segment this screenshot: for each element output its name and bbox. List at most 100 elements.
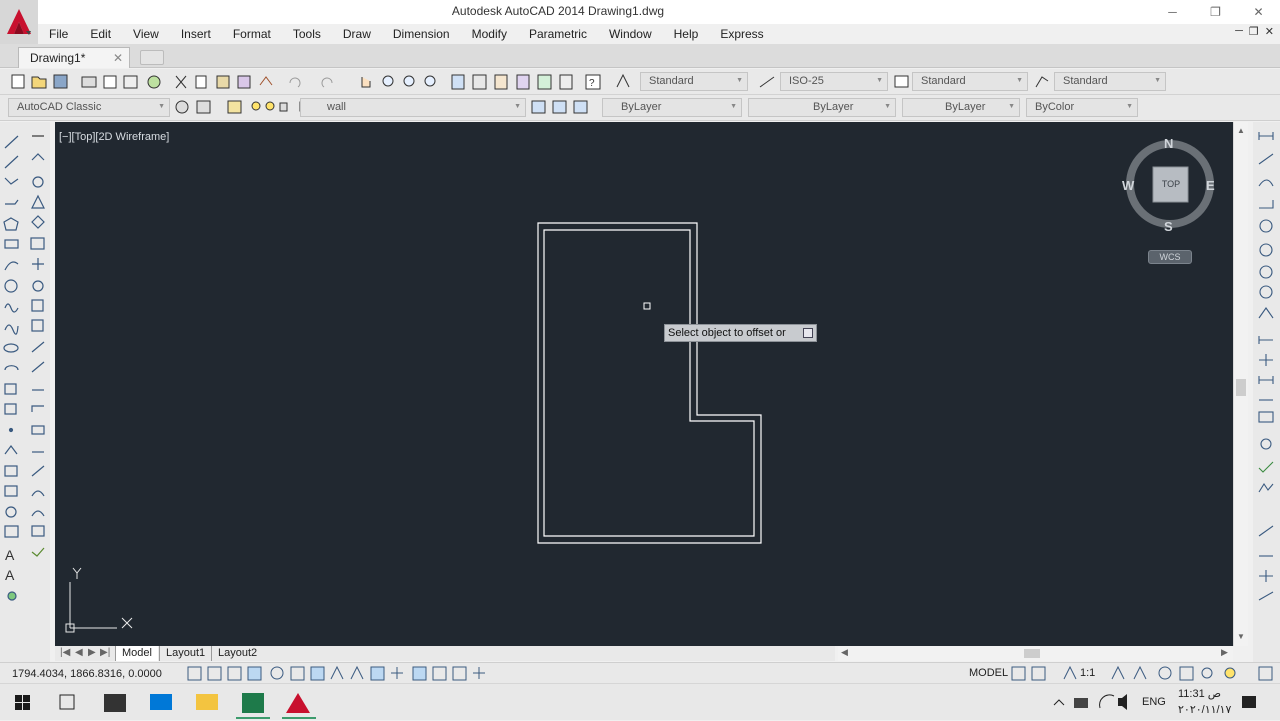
snap-mode-icon[interactable] [207, 666, 222, 681]
horizontal-scrollbar[interactable]: ◀ ▶ [838, 646, 1233, 661]
annotation-scale-icon[interactable] [1063, 665, 1077, 680]
annotation-visibility-icon[interactable] [1111, 665, 1125, 680]
radius-icon[interactable] [1259, 219, 1273, 233]
diameter-icon[interactable] [1259, 243, 1273, 257]
text-style-icon[interactable] [616, 73, 630, 88]
table-style-dropdown[interactable]: Standard ▼ [912, 72, 1028, 91]
menu-file[interactable]: File [38, 27, 79, 41]
3d-object-snap-icon[interactable] [310, 666, 325, 681]
vertical-scrollbar[interactable]: ▲ ▼ [1233, 122, 1248, 646]
previous-layout-icon[interactable]: ◀ [75, 647, 83, 658]
rectangle-icon[interactable] [4, 239, 19, 249]
new-icon[interactable] [11, 74, 25, 89]
grid-display-icon[interactable] [227, 666, 242, 681]
store-icon[interactable] [104, 694, 126, 712]
jogged-icon[interactable] [1259, 265, 1273, 279]
arc-icon[interactable] [4, 261, 19, 271]
explode-icon[interactable] [31, 547, 45, 557]
polar-tracking-icon[interactable] [270, 666, 284, 680]
inspection-icon[interactable] [1258, 461, 1274, 473]
tab-close-icon[interactable]: ✕ [113, 51, 123, 65]
break-icon[interactable] [31, 405, 44, 412]
menu-view[interactable]: View [122, 27, 170, 41]
text-style-dropdown[interactable]: Standard ▼ [640, 72, 748, 91]
tolerance-icon[interactable] [1258, 411, 1274, 423]
tab-drawing1[interactable]: Drawing1* ✕ [18, 47, 130, 68]
workspace-customize-icon[interactable] [196, 100, 211, 114]
open-icon[interactable] [31, 76, 47, 89]
point-icon[interactable] [8, 427, 14, 433]
transparency-icon[interactable] [412, 666, 427, 681]
clock-time[interactable]: 11:31 ص [1178, 687, 1221, 700]
spline-icon[interactable] [4, 324, 19, 335]
compass-south[interactable]: S [1164, 219, 1173, 234]
polyline-icon[interactable] [4, 177, 19, 185]
clean-screen-icon[interactable] [1258, 666, 1273, 681]
workspace-switching-icon[interactable] [1158, 666, 1172, 680]
dynamic-ucs-icon[interactable] [350, 665, 364, 680]
angular-icon[interactable] [1259, 285, 1273, 299]
construction-line-icon[interactable] [4, 155, 19, 169]
table-icon[interactable] [4, 525, 19, 538]
block-editor-icon[interactable] [259, 76, 273, 86]
join-icon[interactable] [31, 425, 45, 435]
circle-icon[interactable] [4, 279, 18, 293]
lineweight-toggle-icon[interactable] [391, 667, 403, 679]
pan-icon[interactable] [361, 77, 371, 88]
cut-icon[interactable] [175, 75, 187, 89]
show-hidden-icons-icon[interactable] [1053, 699, 1065, 706]
menu-dimension[interactable]: Dimension [382, 27, 461, 41]
selection-cycling-icon[interactable] [452, 666, 467, 681]
menu-insert[interactable]: Insert [170, 27, 222, 41]
auto-scale-icon[interactable] [1133, 665, 1147, 680]
mleader-style-dropdown[interactable]: Standard ▼ [1054, 72, 1166, 91]
scale-icon[interactable] [31, 299, 44, 312]
menu-express[interactable]: Express [709, 27, 774, 41]
inner-wall-polyline[interactable] [543, 229, 755, 537]
hardware-acceleration-icon[interactable] [1224, 667, 1236, 679]
first-layout-icon[interactable]: |◀ [60, 647, 70, 658]
paste-icon[interactable] [216, 75, 230, 89]
move-icon[interactable] [32, 258, 44, 270]
mirror-icon[interactable] [32, 176, 44, 188]
layer-properties-icon[interactable] [227, 100, 242, 114]
add-selected-icon[interactable]: A [5, 567, 15, 583]
plotstyle-dropdown[interactable]: ByColor ▼ [1026, 98, 1138, 117]
wifi-icon[interactable] [1099, 694, 1115, 709]
windows-start-icon[interactable] [15, 695, 30, 710]
publish-icon[interactable] [123, 75, 138, 89]
extend-icon[interactable] [31, 361, 45, 373]
lineweight-dropdown[interactable]: ByLayer ▼ [902, 98, 1020, 117]
menu-modify[interactable]: Modify [461, 27, 518, 41]
array-icon[interactable] [31, 215, 45, 229]
ortho-mode-icon[interactable] [247, 666, 262, 681]
close-button[interactable]: ✕ [1237, 0, 1280, 24]
application-menu-button[interactable] [0, 0, 38, 44]
model-space-toggle[interactable]: MODEL [969, 667, 1008, 679]
stretch-icon[interactable] [31, 319, 44, 332]
new-drawing-tab-button[interactable] [140, 50, 164, 65]
compass-north[interactable]: N [1164, 136, 1173, 151]
compass-west[interactable]: W [1122, 178, 1134, 193]
isolate-objects-icon[interactable] [1201, 667, 1213, 679]
scroll-up-icon[interactable]: ▲ [1237, 126, 1245, 135]
maximize-button[interactable]: ❐ [1194, 0, 1237, 24]
menu-help[interactable]: Help [663, 27, 710, 41]
dimension-edit-icon[interactable] [1258, 525, 1274, 537]
blend-icon[interactable] [31, 490, 45, 497]
ellipse-icon[interactable] [3, 343, 19, 353]
quick-properties-icon[interactable] [432, 666, 447, 681]
menu-parametric[interactable]: Parametric [518, 27, 598, 41]
next-layout-icon[interactable]: ▶ [88, 647, 96, 658]
dimension-space-icon[interactable] [1258, 376, 1274, 384]
make-block-icon[interactable] [4, 403, 17, 415]
design-center-icon[interactable] [472, 74, 487, 90]
tool-palettes-icon[interactable] [494, 74, 508, 90]
notifications-icon[interactable] [1242, 696, 1256, 708]
copy-object-icon[interactable] [31, 153, 45, 161]
add-selected-object-icon[interactable] [7, 591, 17, 601]
linear-dimension-icon[interactable] [1258, 132, 1274, 140]
baseline-icon[interactable] [1258, 336, 1273, 344]
autocad-taskbar-icon[interactable] [286, 693, 310, 713]
color-dropdown[interactable]: ByLayer ▼ [602, 98, 742, 117]
